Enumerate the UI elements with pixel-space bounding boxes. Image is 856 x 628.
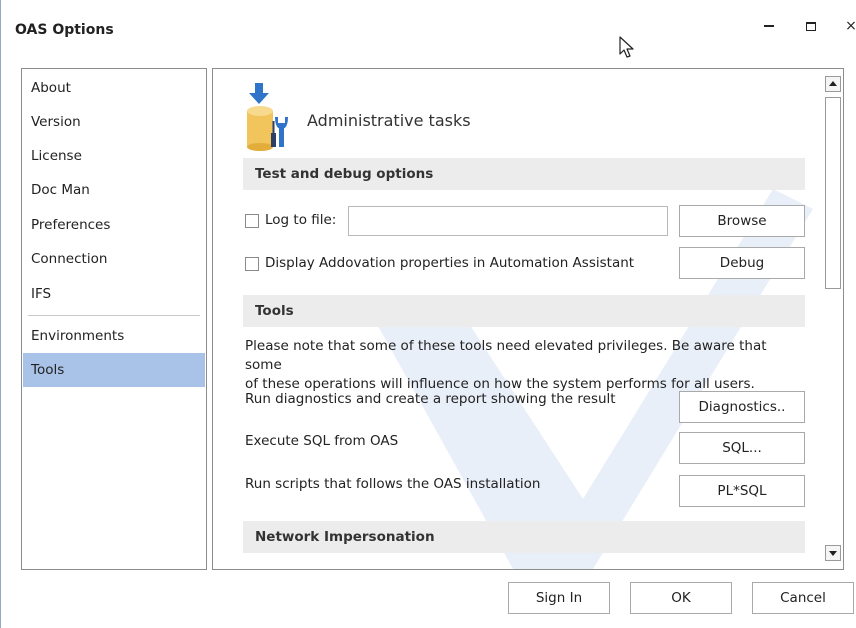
arrow-down-icon (829, 551, 837, 556)
sidebar-nav: About Version License Doc Man Preference… (21, 68, 207, 570)
section-header-test-debug: Test and debug options (243, 158, 805, 190)
sql-button[interactable]: SQL... (679, 432, 805, 464)
diagnostics-description: Run diagnostics and create a report show… (245, 391, 616, 407)
window-title: OAS Options (15, 22, 114, 38)
maximize-icon (806, 21, 816, 31)
ok-button[interactable]: OK (630, 582, 732, 614)
title-bar: OAS Options × (1, 0, 856, 60)
sidebar-item-environments[interactable]: Environments (23, 319, 205, 353)
page-title: Administrative tasks (307, 111, 471, 130)
log-to-file-checkbox[interactable] (245, 214, 259, 228)
mouse-cursor-icon (619, 36, 634, 58)
options-window: OAS Options × About Version License Doc … (0, 0, 856, 628)
sql-description: Execute SQL from OAS (245, 433, 399, 449)
display-properties-checkbox[interactable] (245, 257, 259, 271)
plsql-description: Run scripts that follows the OAS install… (245, 476, 541, 492)
scroll-up-button[interactable] (825, 76, 841, 92)
cancel-button[interactable]: Cancel (752, 582, 854, 614)
sidebar-item-version[interactable]: Version (23, 105, 205, 139)
sidebar-item-connection[interactable]: Connection (23, 242, 205, 276)
sidebar-item-preferences[interactable]: Preferences (23, 208, 205, 242)
log-to-file-label: Log to file: (265, 212, 337, 228)
debug-button[interactable]: Debug (679, 247, 805, 279)
display-properties-label: Display Addovation properties in Automat… (265, 255, 635, 271)
sidebar-item-tools[interactable]: Tools (23, 353, 205, 387)
sidebar-item-license[interactable]: License (23, 139, 205, 173)
sidebar-item-about[interactable]: About (23, 71, 205, 105)
maximize-button[interactable] (797, 14, 825, 38)
minimize-icon (764, 25, 774, 27)
scroll-down-button[interactable] (825, 545, 841, 561)
sidebar-item-ifs[interactable]: IFS (23, 277, 205, 311)
close-icon: × (845, 18, 856, 34)
sign-in-button[interactable]: Sign In (508, 582, 610, 614)
sidebar-item-doc-man[interactable]: Doc Man (23, 173, 205, 207)
admin-tasks-icon (247, 83, 288, 151)
arrow-up-icon (829, 81, 837, 86)
main-panel: Administrative tasks Test and debug opti… (212, 68, 844, 570)
browse-button[interactable]: Browse (679, 205, 805, 237)
diagnostics-button[interactable]: Diagnostics.. (679, 391, 805, 423)
section-header-tools: Tools (243, 295, 805, 327)
vertical-scrollbar[interactable] (821, 69, 843, 569)
tools-note-line-1: Please note that some of these tools nee… (245, 338, 767, 373)
scroll-thumb[interactable] (825, 97, 841, 289)
sidebar-divider (28, 315, 200, 316)
close-button[interactable]: × (837, 14, 856, 38)
plsql-button[interactable]: PL*SQL (679, 475, 805, 507)
section-header-network-impersonation: Network Impersonation (243, 521, 805, 553)
tools-note: Please note that some of these tools nee… (245, 337, 805, 394)
log-file-path-input[interactable] (348, 206, 668, 236)
minimize-button[interactable] (755, 14, 783, 38)
